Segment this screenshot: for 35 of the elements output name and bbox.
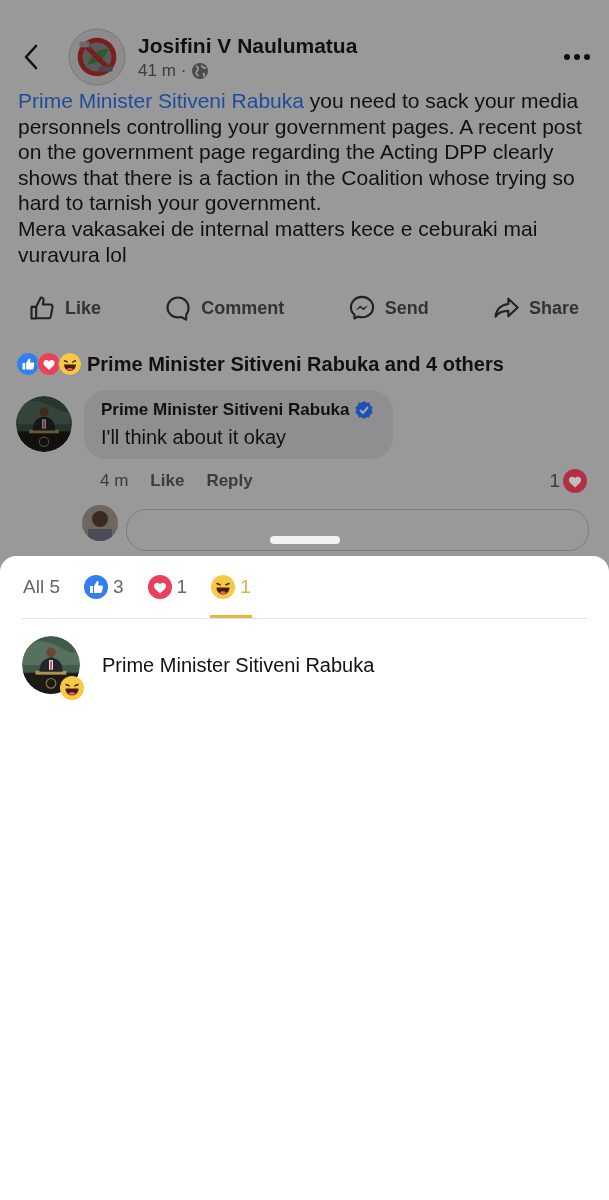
person-name[interactable]: Prime Minister Sitiveni Rabuka	[102, 653, 375, 677]
separator-dot: ·	[180, 60, 187, 81]
thumbs-up-icon	[28, 294, 56, 323]
drag-handle[interactable]	[270, 536, 340, 544]
send-button[interactable]: Send	[347, 294, 429, 323]
globe-icon	[191, 61, 210, 80]
like-reaction-icon	[16, 352, 40, 377]
reaction-count: 1	[549, 470, 560, 493]
love-reaction-icon	[147, 575, 172, 599]
comment-bubble-icon	[164, 294, 193, 323]
reaction-tab[interactable]: 3	[82, 556, 125, 618]
like-reaction-icon	[83, 575, 108, 599]
post-time: 41 m	[138, 60, 176, 81]
comment-like-link[interactable]: Like	[150, 471, 185, 492]
haha-reaction-icon	[58, 352, 82, 377]
mention-link[interactable]: Prime Minister Sitiveni Rabuka	[18, 89, 304, 112]
haha-reaction-icon	[211, 575, 236, 599]
share-button[interactable]: Share	[491, 294, 579, 323]
love-reaction-icon	[563, 469, 587, 494]
reactions-summary[interactable]: Prime Minister Sitiveni Rabuka and 4 others	[87, 352, 504, 376]
post-text: Prime Minister Sitiveni Rabuka you need to sack your media personnels controlling your government pages. A recent post on the government page regarding the Acting DPP clearly shows that there is a faction in the Coalition whose trying so hard to tarnish your government.	[18, 88, 583, 216]
reply-link[interactable]: Reply	[206, 471, 253, 492]
love-reaction-icon	[37, 352, 61, 377]
haha-badge-icon	[60, 676, 84, 700]
comment-button[interactable]: Comment	[164, 294, 285, 323]
post-text: Mera vakasakei de internal matters kece e ceburaki mai vuravura lol	[18, 215, 539, 268]
commenter-name[interactable]: Prime Minister Sitiveni Rabuka	[101, 400, 350, 421]
more-options-icon[interactable]	[563, 53, 591, 61]
like-button[interactable]: Like	[28, 294, 102, 323]
messenger-icon	[347, 294, 376, 323]
author-name[interactable]: Josifini V Naulumatua	[138, 33, 563, 58]
comment-text: I'll think about it okay	[101, 426, 288, 450]
comment-time: 4 m	[100, 471, 129, 492]
reaction-tab[interactable]: 1	[146, 556, 189, 618]
reaction-tab[interactable]: All 5	[22, 556, 61, 618]
